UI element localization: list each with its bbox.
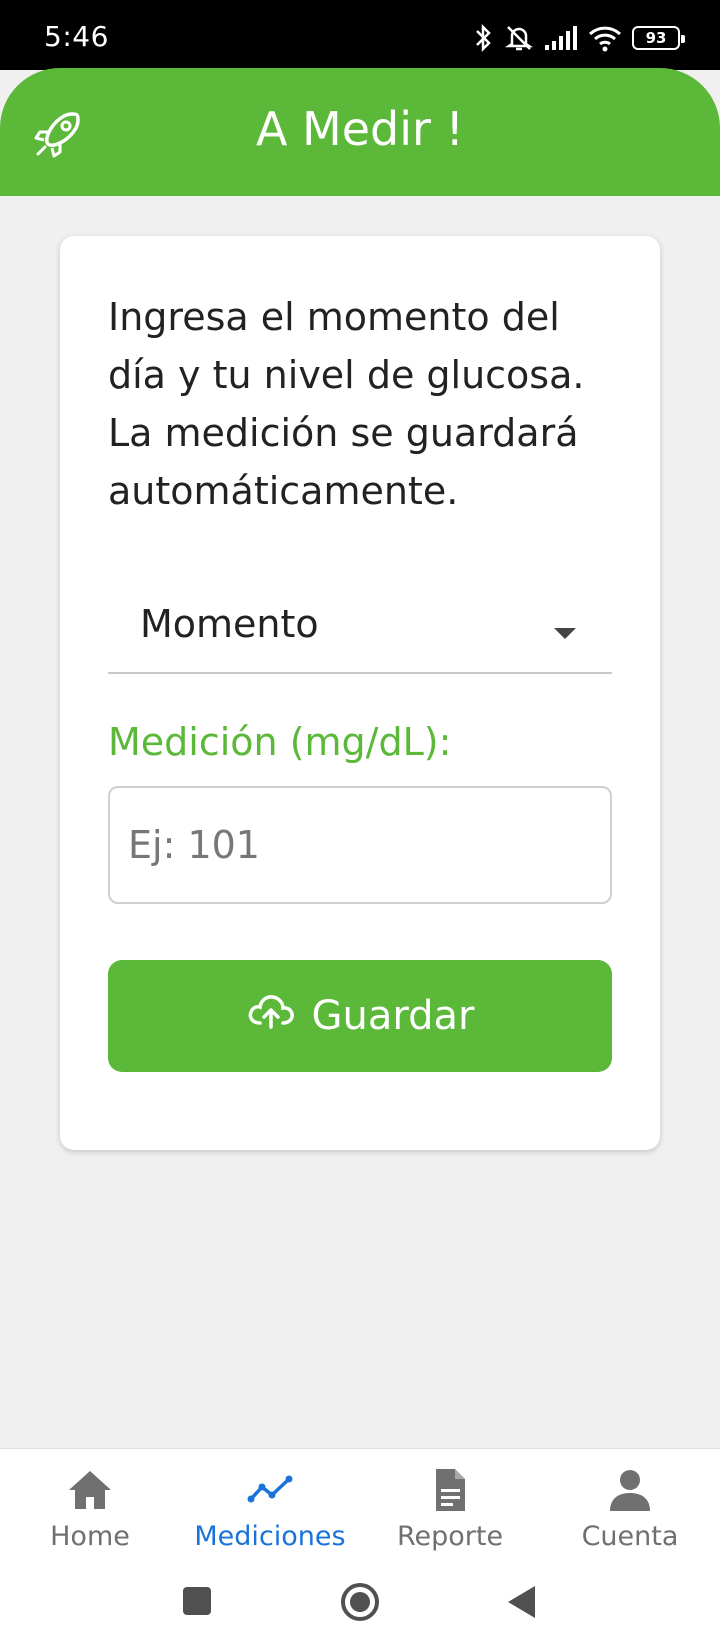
signal-icon: [544, 25, 578, 51]
bluetooth-icon: [474, 23, 494, 53]
bell-off-icon: [504, 23, 534, 53]
battery-icon: 93: [632, 26, 685, 50]
bottom-nav: Home Mediciones Reporte Cuenta: [0, 1448, 720, 1572]
moment-select[interactable]: Momento: [108, 566, 612, 674]
chart-line-icon: [245, 1465, 295, 1515]
page-title: A Medir !: [255, 102, 465, 156]
status-icons: 93: [474, 20, 685, 56]
recents-icon[interactable]: [180, 1584, 214, 1622]
measurement-input[interactable]: [108, 786, 612, 904]
dropdown-arrow-icon: [554, 628, 576, 639]
nav-item-cuenta[interactable]: Cuenta: [540, 1449, 720, 1572]
nav-item-reporte[interactable]: Reporte: [360, 1449, 540, 1572]
measurement-card: Ingresa el momento del día y tu nivel de…: [60, 236, 660, 1150]
nav-label-reporte: Reporte: [396, 1521, 504, 1552]
document-icon: [425, 1465, 475, 1515]
cloud-upload-icon: [246, 991, 296, 1041]
system-nav-bar: [0, 1572, 720, 1640]
instructions-text: Ingresa el momento del día y tu nivel de…: [108, 295, 585, 513]
save-button-label: Guardar: [311, 993, 475, 1039]
app-header: A Medir !: [0, 68, 720, 196]
moment-select-value: Momento: [140, 602, 319, 646]
nav-label-cuenta: Cuenta: [581, 1521, 679, 1552]
measurement-label: Medición (mg/dL):: [108, 720, 452, 764]
battery-level: 93: [645, 29, 667, 47]
home-circle-icon[interactable]: [338, 1580, 382, 1628]
nav-item-home[interactable]: Home: [0, 1449, 180, 1572]
person-icon: [605, 1465, 655, 1515]
nav-label-mediciones: Mediciones: [194, 1521, 346, 1552]
nav-item-mediciones[interactable]: Mediciones: [180, 1449, 360, 1572]
status-time: 5:46: [44, 20, 109, 53]
wifi-icon: [588, 24, 622, 52]
nav-label-home: Home: [50, 1521, 130, 1552]
status-bar: 5:46 93: [0, 0, 720, 70]
back-icon[interactable]: [505, 1584, 539, 1624]
save-button[interactable]: Guardar: [108, 960, 612, 1072]
home-icon: [65, 1465, 115, 1515]
